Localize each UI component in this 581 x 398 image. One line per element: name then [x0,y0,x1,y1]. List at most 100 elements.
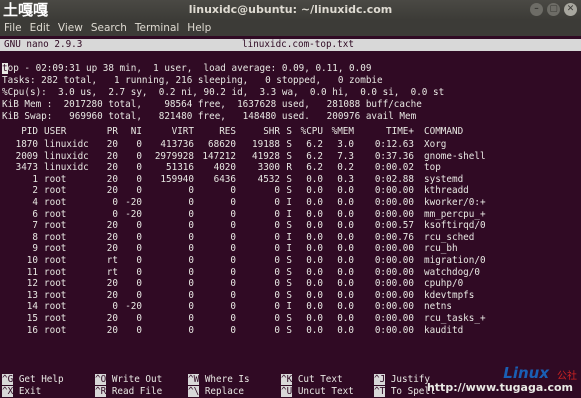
col-mem: 0.2 [337,162,354,174]
col-time: 0:00.02 [374,162,414,174]
col-s: I [286,197,292,208]
col-res: 0 [230,266,236,278]
col-mem: 0.0 [337,324,354,336]
window-titlebar[interactable]: 土嘎嘎 linuxidc@ubuntu: ~/linuxidc.com – ▢ … [0,0,581,20]
col-time: 0:00.00 [374,301,414,313]
shortcut-replace[interactable]: ^\ Replace [188,386,244,398]
shortcut-exit[interactable]: ^X Exit [2,386,41,398]
col-mem: 0.0 [337,278,354,290]
col-shr: 0 [274,278,280,290]
col-cpu: 0.0 [306,278,323,290]
col-pr: 0 [112,208,118,220]
col-pr: 20 [106,173,118,185]
table-header-row: PID USER PR NI VIRT RES SHR S %CPU %MEM TIME+ COMMA… [0,126,581,138]
menu-search[interactable]: Search [91,20,127,36]
col-command: rcu_tasks_+ [424,313,486,324]
col-virt: VIRT [171,126,194,137]
col-s: I [286,301,292,313]
watermark-brand-cn: 公社 [557,371,577,382]
col-mem: 0.0 [337,289,354,301]
col-pid: 13 [26,289,38,301]
col-command: rcu_sched [424,231,475,243]
shortcut-read-file[interactable]: ^R Read File [95,386,162,398]
col-s: S [286,173,292,185]
col-time: 0:00.00 [374,324,414,336]
col-mem: 0.0 [337,220,354,232]
col-pr: PR [106,126,118,137]
col-mem: 0.0 [337,243,354,255]
table-row: 15 root 20 0 0 0 0 S 0.0 0.0 0:00.00 rcu_tasks_+ [0,313,581,325]
col-shr: 0 [274,301,280,313]
col-pr: 20 [106,162,118,174]
col-command: netns [424,301,452,313]
col-shr: 0 [274,324,280,336]
shortcut-write-out[interactable]: ^O Write Out [95,374,162,386]
col-user: root [44,173,67,185]
menu-edit[interactable]: Edit [30,20,50,36]
col-user: linuxidc [44,139,89,150]
menu-view[interactable]: View [58,20,83,36]
shortcut-uncut-text[interactable]: ^U Uncut Text [281,386,354,398]
menu-terminal[interactable]: Terminal [135,20,179,36]
shortcut-get-help[interactable]: ^G Get Help [2,374,64,386]
col-ni: 0 [136,220,142,232]
col-shr: SHR [263,126,280,137]
col-ni: -20 [125,208,142,220]
col-ni: -20 [125,301,142,313]
col-command: cpuhp/0 [424,278,464,290]
col-pid: 2009 [15,150,38,162]
shortcut-where-is[interactable]: ^W Where Is [188,374,250,386]
col-res: 0 [230,231,236,243]
col-cpu: 0.0 [306,324,323,336]
col-time: 0:00.00 [374,266,414,278]
col-pid: 7 [32,220,38,232]
col-virt: 0 [188,324,194,336]
col-command: COMMAND [424,126,464,137]
col-mem: 0.0 [337,255,354,266]
col-virt: 0 [188,231,194,243]
col-pid: 14 [26,301,38,313]
shortcut-cut-text[interactable]: ^K Cut Text [281,374,343,386]
table-row: 2009 linuxidc 20 0 2979928 147212 41928 S 6.2 7.3… [0,151,581,163]
col-cpu: 0.0 [306,243,323,255]
table-row: 11 root rt 0 0 0 0 S 0.0 0.0 0:00.00 watchdog/0 [0,267,581,279]
col-res: 0 [230,301,236,313]
col-cpu: %CPU [300,126,323,137]
col-s: I [286,231,292,243]
col-mem: 0.0 [337,185,354,197]
close-button[interactable]: ✕ [564,3,577,16]
summary-uptime-text: op - 02:09:31 up 38 min, 1 user, load av… [7,63,372,74]
minimize-button[interactable]: – [530,3,543,16]
col-cpu: 6.2 [306,150,323,162]
col-mem: 7.3 [337,150,354,162]
menu-help[interactable]: Help [187,20,211,36]
col-time: 0:00.76 [374,231,414,243]
col-ni: 0 [136,266,142,278]
summary-tasks: Tasks: 282 total, 1 running, 216 sleepin… [2,75,383,86]
col-command: gnome-shell [424,150,486,162]
col-user: root [44,278,67,290]
maximize-button[interactable]: ▢ [547,3,560,16]
menu-file[interactable]: File [4,20,22,36]
col-time: 0:00.00 [374,197,414,208]
menubar: File Edit View Search Terminal Help [0,20,581,36]
table-row: 6 root 0 -20 0 0 0 I 0.0 0.0 0:00.00 mm_percpu_+ [0,209,581,221]
col-pr: 20 [106,313,118,324]
col-shr: 0 [274,197,280,208]
col-pid: 8 [32,231,38,243]
nano-version: GNU nano 2.9.3 [4,39,83,50]
col-shr: 0 [274,313,280,324]
col-time: 0:00.00 [374,289,414,301]
col-s: S [286,289,292,301]
col-mem: 0.0 [337,208,354,220]
window-controls: – ▢ ✕ [530,3,577,16]
col-res: 0 [230,324,236,336]
col-res: 0 [230,255,236,266]
col-cpu: 0.0 [306,266,323,278]
col-virt: 0 [188,220,194,232]
terminal-area[interactable]: GNU nano 2.9.3 linuxidc.com-top.txt top … [0,36,581,397]
col-time: 0:12.63 [374,139,414,150]
col-user: root [44,266,67,278]
col-virt: 0 [188,208,194,220]
col-s: S [286,278,292,290]
